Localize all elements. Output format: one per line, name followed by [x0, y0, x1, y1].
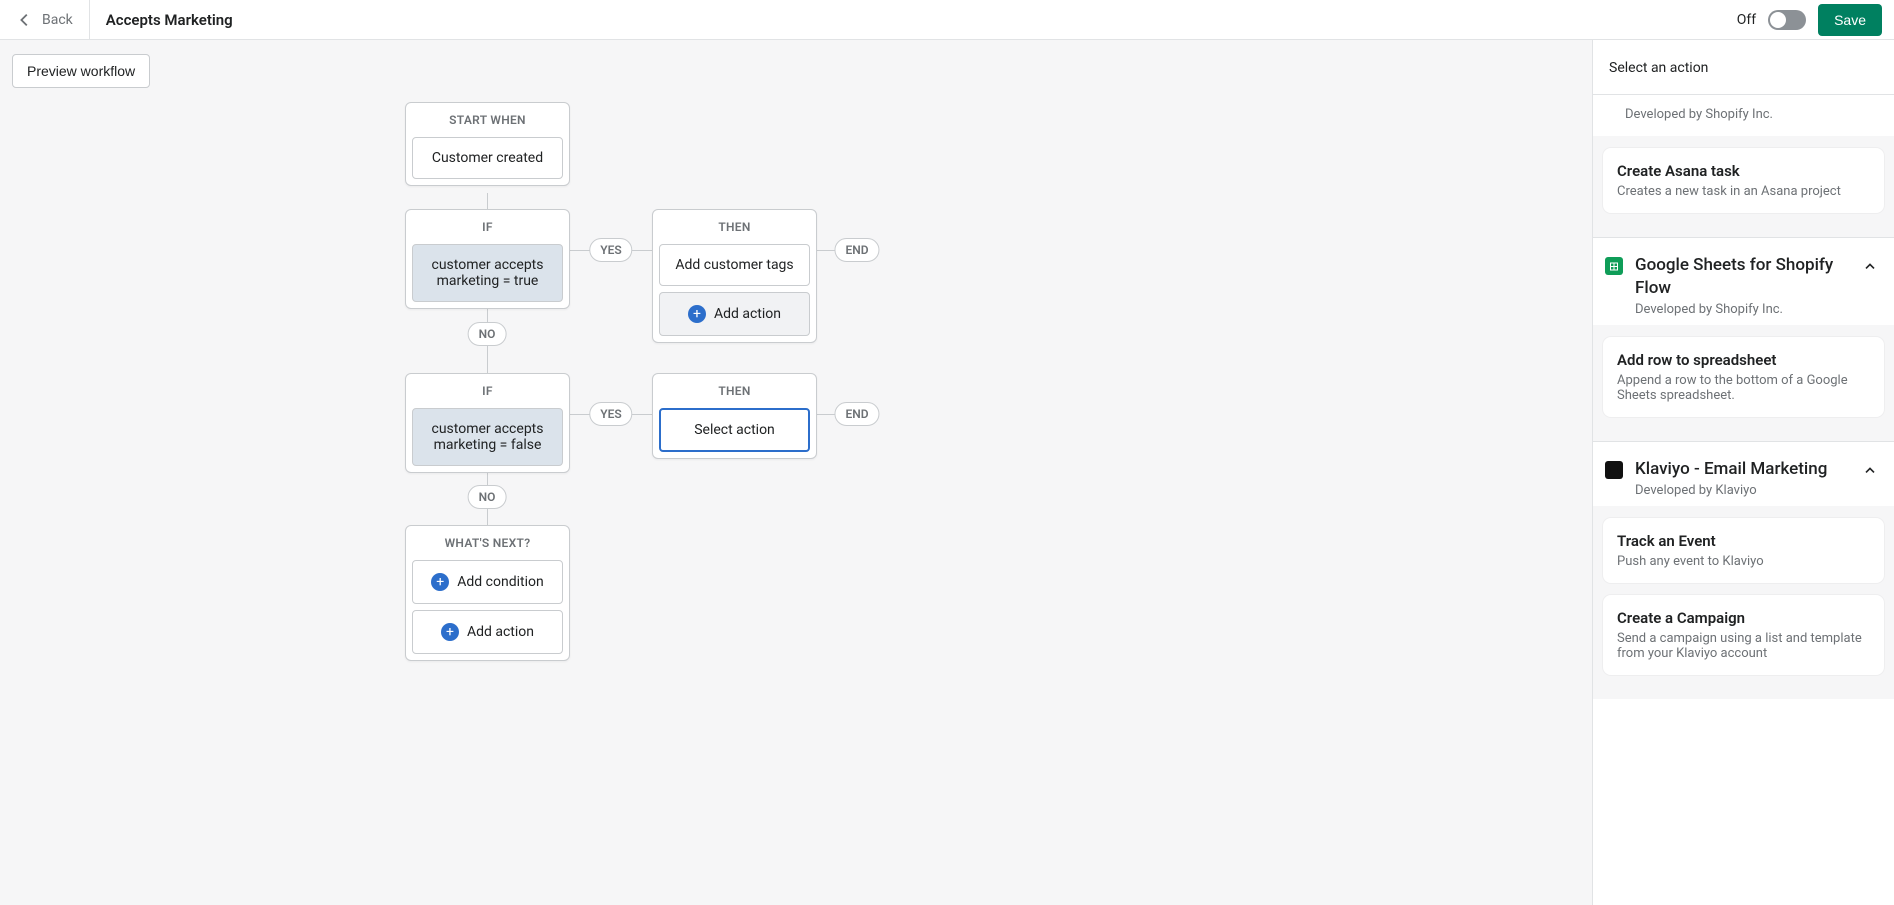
group-google-sheets[interactable]: Google Sheets for Shopify Flow Developed…: [1593, 238, 1894, 325]
node-if1-body[interactable]: customer accepts marketing = true: [412, 244, 563, 302]
workflow-canvas[interactable]: Preview workflow START WHEN Customer cre…: [0, 40, 1592, 905]
action-create-asana-task[interactable]: Create Asana task Creates a new task in …: [1603, 148, 1884, 213]
save-button[interactable]: Save: [1818, 4, 1882, 36]
pill-end-2: END: [834, 402, 879, 426]
action-track-event[interactable]: Track an Event Push any event to Klaviyo: [1603, 518, 1884, 583]
group-klaviyo[interactable]: Klaviyo - Email Marketing Developed by K…: [1593, 442, 1894, 506]
plus-icon: +: [441, 623, 459, 641]
add-condition-label: Add condition: [457, 574, 543, 590]
node-next-header: WHAT'S NEXT?: [406, 526, 569, 560]
node-if1-header: IF: [406, 210, 569, 244]
pill-end-1: END: [834, 238, 879, 262]
pill-no-1: NO: [468, 322, 507, 346]
panel-title: Select an action: [1593, 40, 1894, 94]
group-sub: Developed by Shopify Inc.: [1635, 302, 1850, 317]
node-then1-body[interactable]: Add customer tags: [659, 244, 810, 286]
panel-section-gsheets: Google Sheets for Shopify Flow Developed…: [1593, 237, 1894, 441]
add-action-label: Add action: [467, 624, 534, 640]
plus-icon: +: [431, 573, 449, 591]
back-label: Back: [42, 12, 73, 28]
card-title: Add row to spreadsheet: [1617, 351, 1870, 369]
klaviyo-icon: [1605, 461, 1623, 479]
developed-by-shopify: Developed by Shopify Inc.: [1593, 95, 1894, 136]
google-sheets-icon: [1605, 257, 1623, 275]
card-desc: Send a campaign using a list and templat…: [1617, 631, 1870, 661]
panel-sub-top: Create Asana task Creates a new task in …: [1593, 136, 1894, 237]
group-text: Klaviyo - Email Marketing Developed by K…: [1635, 458, 1850, 498]
node-start-header: START WHEN: [406, 103, 569, 137]
node-start-body: Customer created: [412, 137, 563, 179]
node-then2-body[interactable]: Select action: [659, 408, 810, 452]
node-then-2[interactable]: THEN Select action: [652, 373, 817, 459]
node-if2-body[interactable]: customer accepts marketing = false: [412, 408, 563, 466]
action-create-campaign[interactable]: Create a Campaign Send a campaign using …: [1603, 595, 1884, 675]
node-then2-header: THEN: [653, 374, 816, 408]
pill-yes-1: YES: [589, 238, 632, 262]
card-desc: Creates a new task in an Asana project: [1617, 184, 1870, 199]
card-title: Create a Campaign: [1617, 609, 1870, 627]
preview-workflow-button[interactable]: Preview workflow: [12, 54, 150, 88]
panel-sub-klaviyo: Track an Event Push any event to Klaviyo…: [1593, 506, 1894, 699]
node-whats-next[interactable]: WHAT'S NEXT? + Add condition + Add actio…: [405, 525, 570, 661]
pill-yes-2: YES: [589, 402, 632, 426]
header-left: Back Accepts Marketing: [12, 0, 233, 39]
group-title: Google Sheets for Shopify Flow: [1635, 254, 1850, 300]
add-action-label: Add action: [714, 306, 781, 322]
add-action-then1[interactable]: + Add action: [659, 292, 810, 336]
chevron-up-icon: [1862, 258, 1878, 274]
card-desc: Append a row to the bottom of a Google S…: [1617, 373, 1870, 403]
node-then-1[interactable]: THEN Add customer tags + Add action: [652, 209, 817, 343]
page-title: Accepts Marketing: [90, 11, 233, 29]
toggle-label: Off: [1737, 12, 1756, 28]
card-desc: Push any event to Klaviyo: [1617, 554, 1870, 569]
chevron-up-icon: [1862, 462, 1878, 478]
node-if-2[interactable]: IF customer accepts marketing = false: [405, 373, 570, 473]
add-condition-button[interactable]: + Add condition: [412, 560, 563, 604]
add-action-button[interactable]: + Add action: [412, 610, 563, 654]
card-title: Create Asana task: [1617, 162, 1870, 180]
node-start[interactable]: START WHEN Customer created: [405, 102, 570, 186]
workflow-toggle[interactable]: [1768, 10, 1806, 30]
group-text: Google Sheets for Shopify Flow Developed…: [1635, 254, 1850, 317]
action-add-row-spreadsheet[interactable]: Add row to spreadsheet Append a row to t…: [1603, 337, 1884, 417]
card-title: Track an Event: [1617, 532, 1870, 550]
node-if2-header: IF: [406, 374, 569, 408]
plus-icon: +: [688, 305, 706, 323]
node-then1-header: THEN: [653, 210, 816, 244]
panel-section-klaviyo: Klaviyo - Email Marketing Developed by K…: [1593, 441, 1894, 699]
group-sub: Developed by Klaviyo: [1635, 483, 1850, 498]
pill-no-2: NO: [468, 485, 507, 509]
action-panel: Select an action Developed by Shopify In…: [1592, 40, 1894, 905]
back-button[interactable]: Back: [12, 0, 90, 39]
header: Back Accepts Marketing Off Save: [0, 0, 1894, 40]
group-title: Klaviyo - Email Marketing: [1635, 458, 1850, 481]
panel-section-top: Developed by Shopify Inc. Create Asana t…: [1593, 94, 1894, 237]
node-if-1[interactable]: IF customer accepts marketing = true: [405, 209, 570, 309]
panel-sub-gsheets: Add row to spreadsheet Append a row to t…: [1593, 325, 1894, 441]
connector: [487, 193, 488, 209]
arrow-left-icon: [16, 11, 34, 29]
header-right: Off Save: [1737, 4, 1882, 36]
